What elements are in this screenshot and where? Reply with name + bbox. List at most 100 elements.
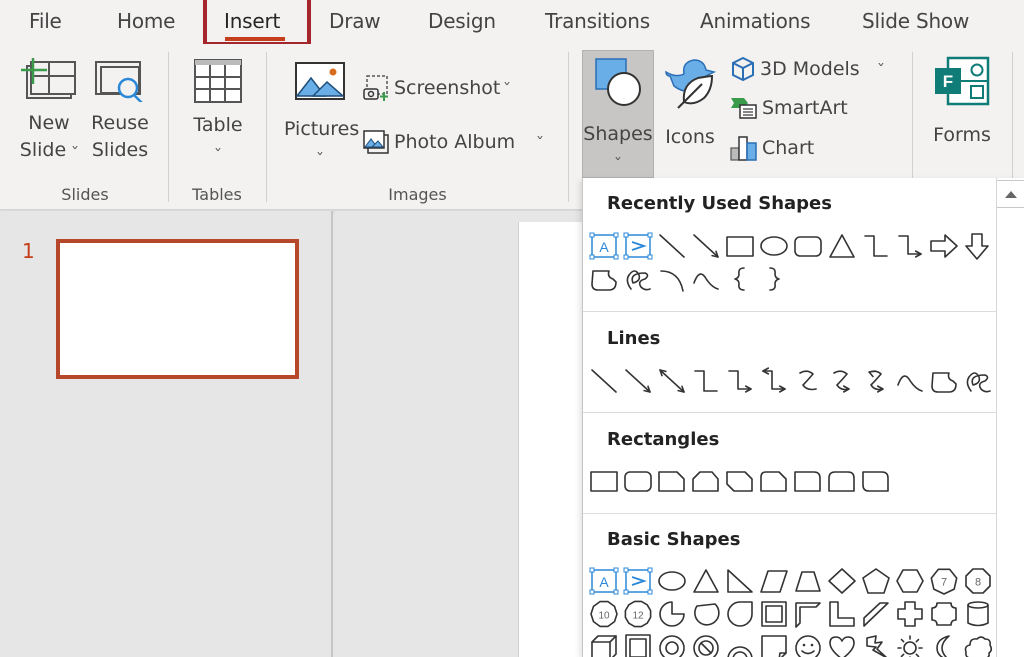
new-slide-button[interactable]: New Slide ˅	[14, 58, 84, 166]
shape-cross[interactable]	[893, 598, 927, 630]
shape-curve[interactable]	[893, 365, 927, 397]
tab-design[interactable]: Design	[428, 9, 496, 33]
forms-button[interactable]: F Forms	[926, 56, 998, 149]
shape-line[interactable]	[655, 230, 689, 262]
slide-thumbnail-1[interactable]	[56, 239, 299, 379]
shape-octagon[interactable]: 8	[961, 565, 995, 597]
shape-line-arrow[interactable]	[621, 365, 655, 397]
shape-scribble[interactable]	[621, 263, 655, 295]
shape-rounded-rectangle[interactable]	[791, 230, 825, 262]
shape-hexagon[interactable]	[893, 565, 927, 597]
tab-transitions[interactable]: Transitions	[545, 9, 650, 33]
photo-album-button[interactable]: Photo Album ˅	[362, 129, 544, 155]
shape-can[interactable]	[961, 598, 995, 630]
shape-elbow-arrow-connector[interactable]	[893, 230, 927, 262]
shape-snip-round-single-corner[interactable]	[757, 465, 791, 497]
shape-bevel[interactable]	[621, 631, 655, 657]
shape-rounded-rectangle[interactable]	[621, 465, 655, 497]
shape-vertical-text-box[interactable]	[621, 230, 655, 262]
shape-curve[interactable]	[689, 263, 723, 295]
shape-freeform-shape[interactable]	[587, 263, 621, 295]
shape-diamond[interactable]	[825, 565, 859, 597]
shape-elbow-double-arrow-connector[interactable]	[757, 365, 791, 397]
shape-left-brace[interactable]	[723, 263, 757, 295]
shape-no-symbol[interactable]	[689, 631, 723, 657]
shape-diagonal-stripe[interactable]	[859, 598, 893, 630]
shape-oval[interactable]	[757, 230, 791, 262]
bevel-icon	[625, 634, 651, 657]
shape-sun[interactable]	[893, 631, 927, 657]
tab-slide-show[interactable]: Slide Show	[862, 9, 969, 33]
scroll-up-button[interactable]	[997, 180, 1024, 208]
tab-draw[interactable]: Draw	[329, 9, 381, 33]
shape-cloud[interactable]	[961, 631, 995, 657]
shape-donut[interactable]	[655, 631, 689, 657]
shape-curved-arrow-connector[interactable]	[825, 365, 859, 397]
shape-diagonal-corner-snipped[interactable]	[723, 465, 757, 497]
shape-arc[interactable]	[655, 263, 689, 295]
tab-insert[interactable]: Insert	[224, 9, 280, 33]
shapes-button[interactable]: Shapes ˅	[582, 50, 654, 178]
shape-diagonal-corner-rounded[interactable]	[859, 465, 893, 497]
shape-oval[interactable]	[655, 565, 689, 597]
shape-elbow-arrow-connector[interactable]	[723, 365, 757, 397]
shape-text-box[interactable]: A	[587, 565, 621, 597]
shape-smiley-face[interactable]	[791, 631, 825, 657]
pictures-button[interactable]: Pictures ˅	[284, 62, 359, 172]
shape-frame[interactable]	[757, 598, 791, 630]
shape-triangle[interactable]	[825, 230, 859, 262]
reuse-slides-button[interactable]: Reuse Slides	[88, 58, 152, 164]
shape-text-box[interactable]: A	[587, 230, 621, 262]
shape-single-corner-snipped[interactable]	[655, 465, 689, 497]
shape-heptagon[interactable]: 7	[927, 565, 961, 597]
shape-same-side-corner-rounded[interactable]	[825, 465, 859, 497]
shape-scribble[interactable]	[961, 365, 995, 397]
shape-line-arrow[interactable]	[689, 230, 723, 262]
shape-partial-circle[interactable]	[655, 598, 689, 630]
table-button[interactable]: Table ˅	[186, 58, 250, 168]
shape-heart[interactable]	[825, 631, 859, 657]
shape-vertical-text-box[interactable]	[621, 565, 655, 597]
shape-decagon[interactable]: 10	[587, 598, 621, 630]
shape-half-frame[interactable]	[791, 598, 825, 630]
shape-triangle[interactable]	[689, 565, 723, 597]
shape-parallelogram[interactable]	[757, 565, 791, 597]
tab-animations[interactable]: Animations	[700, 9, 811, 33]
shape-pentagon[interactable]	[859, 565, 893, 597]
icons-button[interactable]: Icons	[660, 56, 720, 151]
shape-curved-double-arrow-connector[interactable]	[859, 365, 893, 397]
shape-moon[interactable]	[927, 631, 961, 657]
3d-models-button[interactable]: 3D Models ˅	[730, 56, 885, 82]
shape-cube[interactable]	[587, 631, 621, 657]
shape-lightning-bolt[interactable]	[859, 631, 893, 657]
shape-right-brace[interactable]	[757, 263, 791, 295]
shape-l-shape[interactable]	[825, 598, 859, 630]
shape-same-side-corner-snipped[interactable]	[689, 465, 723, 497]
shape-elbow-connector[interactable]	[859, 230, 893, 262]
chart-button[interactable]: Chart	[730, 134, 814, 162]
shape-elbow-connector[interactable]	[689, 365, 723, 397]
arrow-up-icon	[1004, 190, 1017, 198]
shape-rectangle[interactable]	[723, 230, 757, 262]
screenshot-button[interactable]: Screenshot ˅	[362, 74, 512, 102]
shape-curved-connector[interactable]	[791, 365, 825, 397]
shape-right-triangle[interactable]	[723, 565, 757, 597]
shape-freeform-shape[interactable]	[927, 365, 961, 397]
shape-folded-corner[interactable]	[757, 631, 791, 657]
shape-dodecagon[interactable]: 12	[621, 598, 655, 630]
shape-block-arc[interactable]	[723, 631, 757, 657]
shape-down-arrow[interactable]	[961, 230, 995, 262]
shape-line-double-arrow[interactable]	[655, 365, 689, 397]
shape-teardrop[interactable]	[723, 598, 757, 630]
shapes-scrollbar[interactable]	[996, 178, 1024, 657]
smartart-button[interactable]: SmartArt	[730, 96, 848, 120]
tab-home[interactable]: Home	[117, 9, 175, 33]
tab-file[interactable]: File	[29, 9, 62, 33]
shape-plaque[interactable]	[927, 598, 961, 630]
shape-rectangle[interactable]	[587, 465, 621, 497]
shape-line[interactable]	[587, 365, 621, 397]
shape-single-corner-rounded[interactable]	[791, 465, 825, 497]
shape-chord[interactable]	[689, 598, 723, 630]
shape-trapezoid[interactable]	[791, 565, 825, 597]
shape-right-arrow[interactable]	[927, 230, 961, 262]
